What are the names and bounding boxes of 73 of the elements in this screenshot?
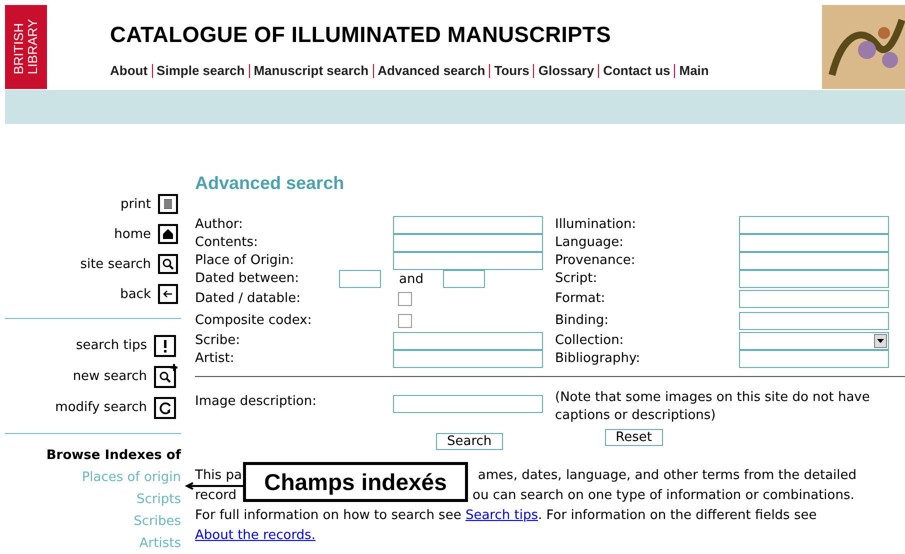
field-label: Binding: <box>555 312 610 330</box>
year-field[interactable] <box>339 270 381 288</box>
text-field[interactable] <box>393 350 543 368</box>
intro-text: ou can search on one type of information or combinations. <box>472 487 854 505</box>
note-text: (Note that some images on this site do not have captions or descriptions) <box>555 389 871 425</box>
text-field[interactable] <box>739 252 889 270</box>
field-label: Image description: <box>195 393 318 411</box>
nav-link[interactable]: Manuscript search <box>254 63 369 78</box>
text-field[interactable] <box>739 270 889 288</box>
intro-text: ames, dates, language, and other terms from the detailed <box>478 467 857 485</box>
text-field[interactable] <box>739 350 889 368</box>
and-label: and <box>399 272 424 286</box>
field-label: Language: <box>555 234 625 252</box>
nav-link[interactable]: Tours <box>494 63 530 78</box>
reset-button[interactable]: Reset <box>604 429 663 446</box>
browse-heading: Browse Indexes of <box>46 448 181 463</box>
text-field[interactable] <box>393 252 543 270</box>
library-logo[interactable]: BRITISH LIBRARY <box>5 5 47 89</box>
exclamation-icon[interactable] <box>154 333 178 357</box>
nav-link[interactable]: Main <box>679 63 709 78</box>
callout-arrow <box>185 482 243 490</box>
search-tips-link[interactable]: Search tips <box>465 508 538 523</box>
checkbox[interactable] <box>398 314 412 328</box>
field-label: Artist: <box>195 350 236 368</box>
field-label: Format: <box>555 290 606 308</box>
field-label: Bibliography: <box>555 350 642 368</box>
about-records-link[interactable]: About the records. <box>195 526 316 546</box>
field-label: Collection: <box>555 332 625 350</box>
sidebar-link[interactable]: back <box>120 286 151 302</box>
text-field[interactable] <box>739 290 889 308</box>
search-icon[interactable] <box>158 254 178 274</box>
refresh-icon[interactable] <box>154 395 178 419</box>
sidebar-link[interactable]: new search <box>72 368 147 384</box>
field-label: Place of Origin: <box>195 252 296 270</box>
text-field[interactable] <box>739 234 889 252</box>
field-label: Contents: <box>195 234 259 252</box>
nav-link[interactable]: Glossary <box>538 63 594 78</box>
search-button[interactable]: Search <box>436 433 503 450</box>
nav-link[interactable]: About <box>110 63 148 78</box>
site-title: CATALOGUE OF ILLUMINATED MANUSCRIPTS <box>110 22 612 48</box>
nav-link[interactable]: Advanced search <box>378 63 486 78</box>
text-field[interactable] <box>739 216 889 234</box>
search-plus-icon[interactable] <box>154 364 178 388</box>
year-field[interactable] <box>443 270 486 288</box>
field-label: Dated between: <box>195 270 300 288</box>
field-label: Dated / datable: <box>195 290 302 308</box>
field-label: Author: <box>195 216 244 234</box>
print-icon[interactable] <box>158 194 178 214</box>
page-heading: Advanced search <box>195 173 346 194</box>
text-field[interactable] <box>739 312 889 330</box>
field-label: Scribe: <box>195 332 241 350</box>
text-field[interactable] <box>393 216 543 234</box>
field-label: Composite codex: <box>195 312 313 330</box>
home-icon[interactable] <box>158 224 178 244</box>
text-field[interactable] <box>393 234 543 252</box>
text-field[interactable] <box>393 395 543 413</box>
checkbox[interactable] <box>398 292 412 306</box>
sidebar-link[interactable]: print <box>120 196 151 212</box>
sidebar-link[interactable]: site search <box>80 256 151 272</box>
intro-text: record <box>195 487 237 505</box>
intro-text: This pa <box>195 467 242 485</box>
callout-label: Champs indexés <box>243 462 468 502</box>
nav-link[interactable]: Simple search <box>156 63 245 78</box>
sidebar-link[interactable]: home <box>114 226 151 242</box>
nav-link[interactable]: Contact us <box>603 63 670 78</box>
text-field[interactable] <box>393 332 543 350</box>
sidebar-link[interactable]: modify search <box>55 400 147 414</box>
back-icon[interactable] <box>158 284 178 304</box>
field-label: Illumination: <box>555 216 638 234</box>
sidebar-link[interactable]: search tips <box>76 338 147 352</box>
intro-text: For full information on how to search see Search tips. For information on the different fields see <box>195 507 817 525</box>
field-label: Provenance: <box>555 252 636 270</box>
field-label: Script: <box>555 270 598 288</box>
